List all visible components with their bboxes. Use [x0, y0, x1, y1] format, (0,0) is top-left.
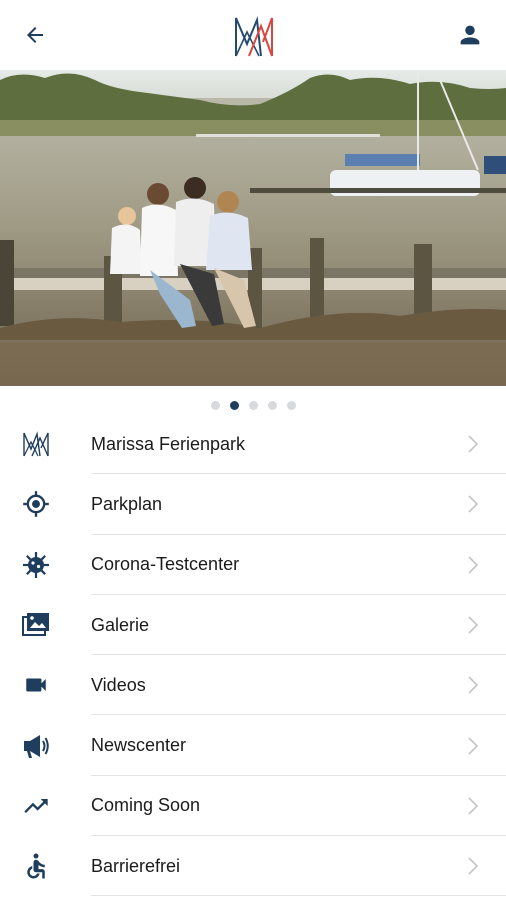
- menu-item-label: Marissa Ferienpark: [91, 433, 246, 454]
- carousel-dot-5[interactable]: [286, 401, 296, 410]
- chevron-right-icon: [468, 616, 479, 634]
- menu-item-videos[interactable]: Videos: [0, 655, 506, 716]
- menu-item-galerie[interactable]: Galerie: [0, 595, 506, 656]
- hero-carousel[interactable]: [0, 70, 506, 386]
- gallery-icon: [18, 607, 54, 643]
- menu-item-label: Parkplan: [91, 493, 163, 514]
- app-header: [0, 0, 506, 70]
- menu-item-label: Videos: [91, 674, 146, 695]
- virus-icon: [18, 547, 54, 583]
- menu-item-label: Newscenter: [91, 735, 187, 756]
- chevron-right-icon: [468, 737, 479, 755]
- marissa-logo-icon: [18, 426, 54, 462]
- marissa-logo[interactable]: [233, 14, 275, 58]
- menu-item-label: Coming Soon: [91, 795, 201, 816]
- menu-item-barrierefrei[interactable]: Barrierefrei: [0, 836, 506, 897]
- account-icon: [460, 25, 480, 45]
- menu-item-label: Barrierefrei: [91, 855, 181, 876]
- chevron-right-icon: [468, 676, 479, 694]
- back-button[interactable]: [18, 20, 52, 50]
- main-menu: Marissa Ferienpark Parkplan Corona-Testc…: [0, 414, 506, 897]
- chevron-right-icon: [468, 435, 479, 453]
- menu-item-corona-testcenter[interactable]: Corona-Testcenter: [0, 535, 506, 595]
- trending-up-icon: [18, 788, 54, 824]
- menu-item-coming-soon[interactable]: Coming Soon: [0, 776, 506, 837]
- carousel-dot-3[interactable]: [248, 401, 258, 410]
- carousel-dot-1[interactable]: [210, 401, 220, 410]
- location-target-icon: [18, 486, 54, 522]
- arrow-left-icon: [27, 27, 43, 43]
- chevron-right-icon: [468, 495, 479, 514]
- megaphone-icon: [18, 728, 54, 764]
- carousel-dot-2-active[interactable]: [229, 401, 239, 410]
- videocam-icon: [18, 667, 54, 703]
- wheelchair-icon: [18, 848, 54, 884]
- menu-item-label: Corona-Testcenter: [91, 554, 240, 575]
- menu-item-marissa-ferienpark[interactable]: Marissa Ferienpark: [0, 414, 506, 475]
- carousel-dot-4[interactable]: [267, 401, 277, 410]
- marissa-logo-icon: [235, 16, 273, 57]
- chevron-right-icon: [468, 556, 479, 574]
- hero-photo: [0, 70, 506, 386]
- chevron-right-icon: [468, 797, 479, 815]
- menu-item-label: Galerie: [91, 614, 150, 635]
- menu-item-parkplan[interactable]: Parkplan: [0, 474, 506, 535]
- account-button[interactable]: [452, 18, 488, 52]
- menu-item-newscenter[interactable]: Newscenter: [0, 715, 506, 776]
- divider: [91, 895, 506, 897]
- chevron-right-icon: [468, 857, 479, 875]
- carousel-indicator[interactable]: [0, 398, 506, 414]
